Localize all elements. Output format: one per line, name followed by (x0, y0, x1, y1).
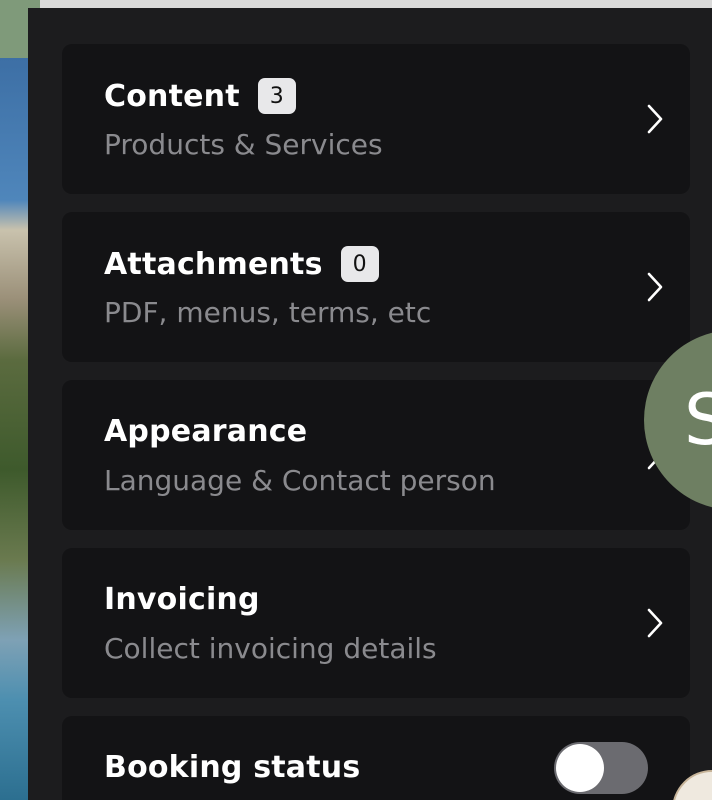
page: Content 3 Products & Services Attachment… (0, 0, 712, 800)
menu-item-title-row: Appearance (104, 414, 307, 449)
window-top-edge (0, 0, 712, 8)
booking-status-toggle[interactable] (554, 742, 648, 794)
menu-item-title: Appearance (104, 414, 308, 449)
menu-item-attachments[interactable]: Attachments 0 PDF, menus, terms, etc (62, 212, 690, 362)
menu-item-content[interactable]: Content 3 Products & Services (62, 44, 690, 194)
menu-item-title-row: Booking status (104, 750, 360, 785)
chevron-right-icon (646, 606, 664, 640)
count-badge: 3 (257, 78, 296, 114)
menu-item-title-row: Invoicing (104, 582, 260, 617)
menu-item-subtitle: Collect invoicing details (104, 632, 437, 665)
count-badge: 0 (340, 246, 379, 282)
menu-item-appearance[interactable]: Appearance Language & Contact person (62, 380, 690, 530)
booking-status-label: Booking status (104, 750, 361, 785)
booking-status-row: Booking status (62, 716, 690, 800)
menu-item-subtitle: Language & Contact person (104, 464, 496, 497)
menu-item-title-row: Attachments 0 (104, 246, 379, 282)
toggle-knob (556, 744, 604, 792)
avatar-initial: S (684, 379, 712, 461)
menu-item-subtitle: PDF, menus, terms, etc (104, 296, 432, 329)
chevron-right-icon (646, 102, 664, 136)
menu-item-invoicing[interactable]: Invoicing Collect invoicing details (62, 548, 690, 698)
menu-item-title-row: Content 3 (104, 78, 296, 114)
menu-item-title: Attachments (104, 246, 323, 282)
menu-item-subtitle: Products & Services (104, 128, 383, 161)
menu-item-title: Content (104, 78, 240, 114)
chevron-right-icon (646, 270, 664, 304)
menu-item-title: Invoicing (104, 582, 260, 617)
